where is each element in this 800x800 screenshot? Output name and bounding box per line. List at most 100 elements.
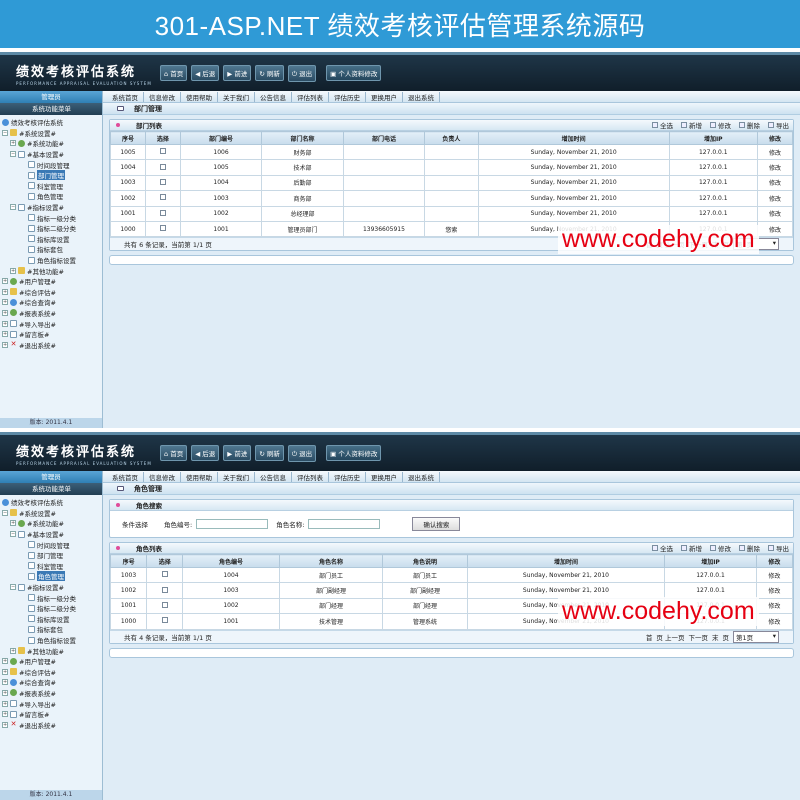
row-checkbox[interactable] xyxy=(159,225,166,232)
export-button[interactable]: 导出 xyxy=(768,543,789,553)
tree-indset[interactable]: 指标库设置 xyxy=(2,614,100,625)
tree-report[interactable]: + #报表系统# xyxy=(2,308,100,319)
home-button[interactable]: ⌂ 首页 xyxy=(160,445,188,461)
table-cell[interactable]: 修改 xyxy=(757,143,793,161)
tree-io[interactable]: + #导入导出# xyxy=(2,698,100,709)
nav-eval-list[interactable]: 评估列表 xyxy=(292,471,329,482)
forward-button[interactable]: ▶ 前进 xyxy=(223,65,252,81)
first-page-link[interactable]: 首 xyxy=(646,632,653,642)
tree-root[interactable]: 绩效考核评估系统 xyxy=(2,497,100,508)
tree-root[interactable]: 绩效考核评估系统 xyxy=(2,117,100,128)
tree-role[interactable]: 角色管理 xyxy=(2,191,100,202)
nav-logout[interactable]: 退出系统 xyxy=(403,91,440,102)
nav-notice[interactable]: 公告信息 xyxy=(255,471,292,482)
last-page-link[interactable]: 末 xyxy=(712,632,719,642)
tree-comp-eval[interactable]: + #综合评估# xyxy=(2,287,100,298)
tree-msg[interactable]: + #留言板# xyxy=(2,709,100,720)
row-checkbox[interactable] xyxy=(159,209,166,216)
nav-switch-user[interactable]: 更换用户 xyxy=(366,471,403,482)
tree-office[interactable]: 科室管理 xyxy=(2,561,100,572)
row-checkbox[interactable] xyxy=(159,163,166,170)
nav-eval-history[interactable]: 评估历史 xyxy=(329,91,366,102)
table-cell[interactable] xyxy=(146,566,184,584)
add-button[interactable]: 新增 xyxy=(681,120,702,130)
tree-exit[interactable]: + ✕ #退出系统# xyxy=(2,339,100,350)
table-cell[interactable]: 修改 xyxy=(757,174,793,192)
nav-about[interactable]: 关于我们 xyxy=(218,471,255,482)
nav-eval-history[interactable]: 评估历史 xyxy=(329,471,366,482)
row-checkbox[interactable] xyxy=(161,571,168,578)
table-cell[interactable]: 修改 xyxy=(757,190,793,207)
tree-io[interactable]: + #导入导出# xyxy=(2,318,100,329)
add-button[interactable]: 新增 xyxy=(681,543,702,553)
table-cell[interactable]: 修改 xyxy=(755,582,794,599)
tree-index[interactable]: − #指标设置# xyxy=(2,202,100,213)
edit-button[interactable]: 修改 xyxy=(710,120,731,130)
table-cell[interactable] xyxy=(144,205,181,222)
tree-indpkg[interactable]: 指标套包 xyxy=(2,624,100,635)
row-checkbox[interactable] xyxy=(161,601,168,608)
tree-basic[interactable]: − #基本设置# xyxy=(2,529,100,540)
exit-button[interactable]: ⏻ 退出 xyxy=(287,444,317,462)
tree-indset[interactable]: 指标库设置 xyxy=(2,234,100,245)
tree-func[interactable]: + #系统功能# xyxy=(2,138,100,149)
nav-home[interactable]: 系统首页 xyxy=(107,471,144,482)
personal-info-button[interactable]: ▣ 个人资料修改 xyxy=(326,445,382,461)
row-checkbox[interactable] xyxy=(159,178,166,185)
tree-role[interactable]: 角色管理 xyxy=(2,571,100,582)
row-checkbox[interactable] xyxy=(159,148,166,155)
page-select[interactable]: 第1页▾ xyxy=(733,630,779,643)
select-all-button[interactable]: 全选 xyxy=(652,120,673,130)
tree-indpkg[interactable]: 指标套包 xyxy=(2,244,100,255)
table-cell[interactable] xyxy=(144,220,181,238)
tree-comp-eval[interactable]: + #综合评估# xyxy=(2,667,100,678)
tree-basic[interactable]: − #基本设置# xyxy=(2,149,100,160)
edit-button[interactable]: 修改 xyxy=(710,543,731,553)
tree-index[interactable]: − #指标设置# xyxy=(2,582,100,593)
nav-about[interactable]: 关于我们 xyxy=(218,91,255,102)
tree-time[interactable]: 时间段管理 xyxy=(2,539,100,550)
personal-info-button[interactable]: ▣ 个人资料修改 xyxy=(326,65,382,81)
tree-sys[interactable]: − #系统设置# xyxy=(2,128,100,139)
nav-logout[interactable]: 退出系统 xyxy=(403,471,440,482)
tree-ind1[interactable]: 指标一级分类 xyxy=(2,592,100,603)
tree-sys[interactable]: − #系统设置# xyxy=(2,508,100,519)
tree-other[interactable]: + #其他功能# xyxy=(2,265,100,276)
table-cell[interactable] xyxy=(144,174,181,192)
back-button[interactable]: ◀ 后退 xyxy=(191,65,220,81)
tree-user[interactable]: + #用户管理# xyxy=(2,656,100,667)
nav-notice[interactable]: 公告信息 xyxy=(255,91,292,102)
role-id-input[interactable] xyxy=(196,519,269,529)
nav-home[interactable]: 系统首页 xyxy=(107,91,144,102)
table-cell[interactable]: 修改 xyxy=(755,597,794,615)
table-cell[interactable]: 修改 xyxy=(755,613,794,630)
delete-button[interactable]: 删除 xyxy=(739,543,760,553)
tree-ind1[interactable]: 指标一级分类 xyxy=(2,212,100,223)
nav-eval-list[interactable]: 评估列表 xyxy=(292,91,329,102)
refresh-button[interactable]: ↻ 刷新 xyxy=(255,445,284,461)
delete-button[interactable]: 删除 xyxy=(739,120,760,130)
next-page-link[interactable]: 下一页 xyxy=(689,632,709,642)
row-checkbox[interactable] xyxy=(159,194,166,201)
export-button[interactable]: 导出 xyxy=(768,120,789,130)
tree-report[interactable]: + #报表系统# xyxy=(2,688,100,699)
tree-roleind[interactable]: 角色指标设置 xyxy=(2,635,100,646)
search-button[interactable]: 确认搜索 xyxy=(412,517,461,531)
tree-ind2[interactable]: 指标二级分类 xyxy=(2,223,100,234)
prev-page-link[interactable]: 页 上一页 xyxy=(656,632,684,642)
table-cell[interactable]: 修改 xyxy=(757,220,793,238)
tree-exit[interactable]: + ✕ #退出系统# xyxy=(2,719,100,730)
nav-switch-user[interactable]: 更换用户 xyxy=(366,91,403,102)
nav-help[interactable]: 使用帮助 xyxy=(181,91,218,102)
table-cell[interactable] xyxy=(146,597,184,615)
table-cell[interactable] xyxy=(146,613,184,630)
tree-dept[interactable]: 部门管理 xyxy=(2,170,100,181)
tree-msg[interactable]: + #留言板# xyxy=(2,329,100,340)
tree-office[interactable]: 科室管理 xyxy=(2,181,100,192)
table-cell[interactable] xyxy=(144,159,181,176)
back-button[interactable]: ◀ 后退 xyxy=(191,445,220,461)
tree-user[interactable]: + #用户管理# xyxy=(2,276,100,287)
tree-other[interactable]: + #其他功能# xyxy=(2,645,100,656)
tree-time[interactable]: 时间段管理 xyxy=(2,159,100,170)
home-button[interactable]: ⌂ 首页 xyxy=(160,65,188,81)
